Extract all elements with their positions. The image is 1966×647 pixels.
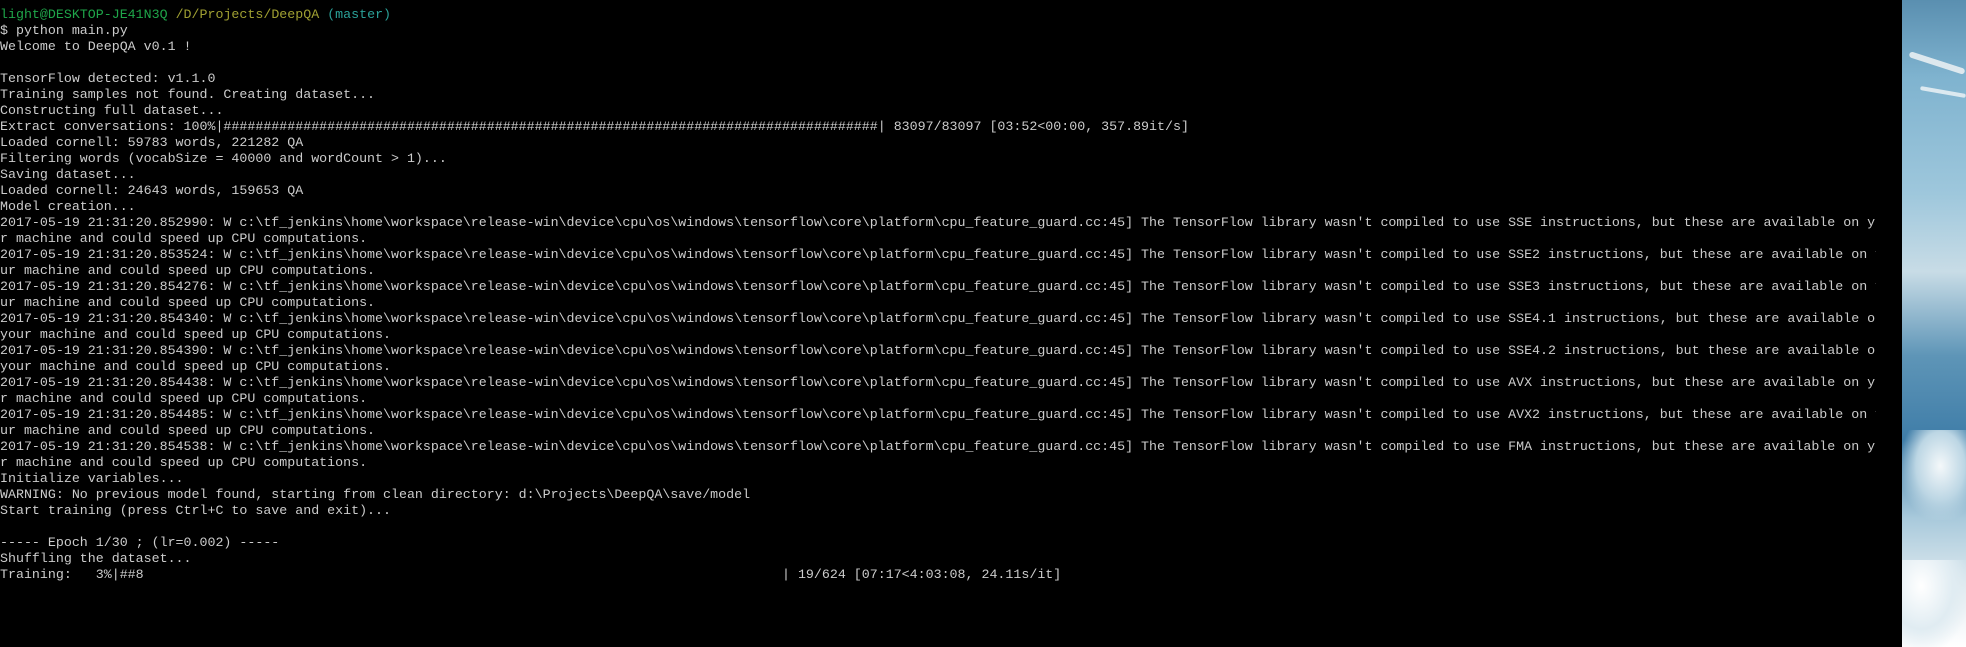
output-init-variables: Initialize variables... — [0, 471, 184, 486]
warning-line: 2017-05-19 21:31:20.854390: W c:\tf_jenk… — [0, 343, 1884, 358]
desktop-screen: light@DESKTOP-JE41N3Q /D/Projects/DeepQA… — [0, 0, 1966, 647]
warning-line: 2017-05-19 21:31:20.853524: W c:\tf_jenk… — [0, 247, 1892, 262]
output-samples-not-found: Training samples not found. Creating dat… — [0, 87, 376, 102]
wallpaper-streak — [1920, 86, 1966, 98]
terminal-scrollbar[interactable] — [1876, 0, 1902, 647]
wallpaper-wave — [1902, 430, 1966, 520]
warning-line-wrap: r machine and could speed up CPU computa… — [0, 391, 368, 406]
output-loaded-cornell: Loaded cornell: 59783 words, 221282 QA — [0, 135, 304, 150]
warning-line: 2017-05-19 21:31:20.852990: W c:\tf_jenk… — [0, 215, 1892, 230]
warning-line-wrap: ur machine and could speed up CPU comput… — [0, 295, 376, 310]
output-model-creation: Model creation... — [0, 199, 136, 214]
output-saving: Saving dataset... — [0, 167, 136, 182]
wallpaper-streak — [1908, 51, 1966, 75]
output-welcome: Welcome to DeepQA v0.1 ! — [0, 39, 192, 54]
prompt-branch: (master) — [327, 7, 392, 22]
output-warning-no-model: WARNING: No previous model found, starti… — [0, 487, 751, 502]
output-tf-detected: TensorFlow detected: v1.1.0 — [0, 71, 216, 86]
output-training-progress: Training: 3%|##8 | 19/624 [07:17<4:03:08… — [0, 567, 1062, 582]
warning-line: 2017-05-19 21:31:20.854438: W c:\tf_jenk… — [0, 375, 1892, 390]
warning-line-wrap: your machine and could speed up CPU comp… — [0, 327, 391, 342]
warning-line-wrap: r machine and could speed up CPU computa… — [0, 455, 368, 470]
warning-line: 2017-05-19 21:31:20.854276: W c:\tf_jenk… — [0, 279, 1892, 294]
output-constructing: Constructing full dataset... — [0, 103, 224, 118]
output-start-training: Start training (press Ctrl+C to save and… — [0, 503, 391, 518]
prompt-user-host: light@DESKTOP-JE41N3Q — [0, 7, 168, 22]
output-shuffling: Shuffling the dataset... — [0, 551, 192, 566]
warning-line: 2017-05-19 21:31:20.854340: W c:\tf_jenk… — [0, 311, 1884, 326]
desktop-wallpaper — [1902, 0, 1966, 647]
wallpaper-wave — [1902, 560, 1966, 647]
command-line: $ python main.py — [0, 23, 128, 38]
warning-line: 2017-05-19 21:31:20.854538: W c:\tf_jenk… — [0, 439, 1892, 454]
warning-line-wrap: your machine and could speed up CPU comp… — [0, 359, 391, 374]
warning-line-wrap: ur machine and could speed up CPU comput… — [0, 423, 376, 438]
output-filtering: Filtering words (vocabSize = 40000 and w… — [0, 151, 447, 166]
warning-line: 2017-05-19 21:31:20.854485: W c:\tf_jenk… — [0, 407, 1892, 422]
output-extract-progress: Extract conversations: 100%|############… — [0, 119, 1189, 134]
output-epoch-header: ----- Epoch 1/30 ; (lr=0.002) ----- — [0, 535, 280, 550]
warning-line-wrap: ur machine and could speed up CPU comput… — [0, 263, 376, 278]
output-loaded-cornell-filtered: Loaded cornell: 24643 words, 159653 QA — [0, 183, 304, 198]
prompt-line: light@DESKTOP-JE41N3Q /D/Projects/DeepQA… — [0, 7, 1902, 23]
warning-line-wrap: r machine and could speed up CPU computa… — [0, 231, 368, 246]
terminal-window[interactable]: light@DESKTOP-JE41N3Q /D/Projects/DeepQA… — [0, 0, 1902, 647]
prompt-path: /D/Projects/DeepQA — [175, 7, 320, 22]
